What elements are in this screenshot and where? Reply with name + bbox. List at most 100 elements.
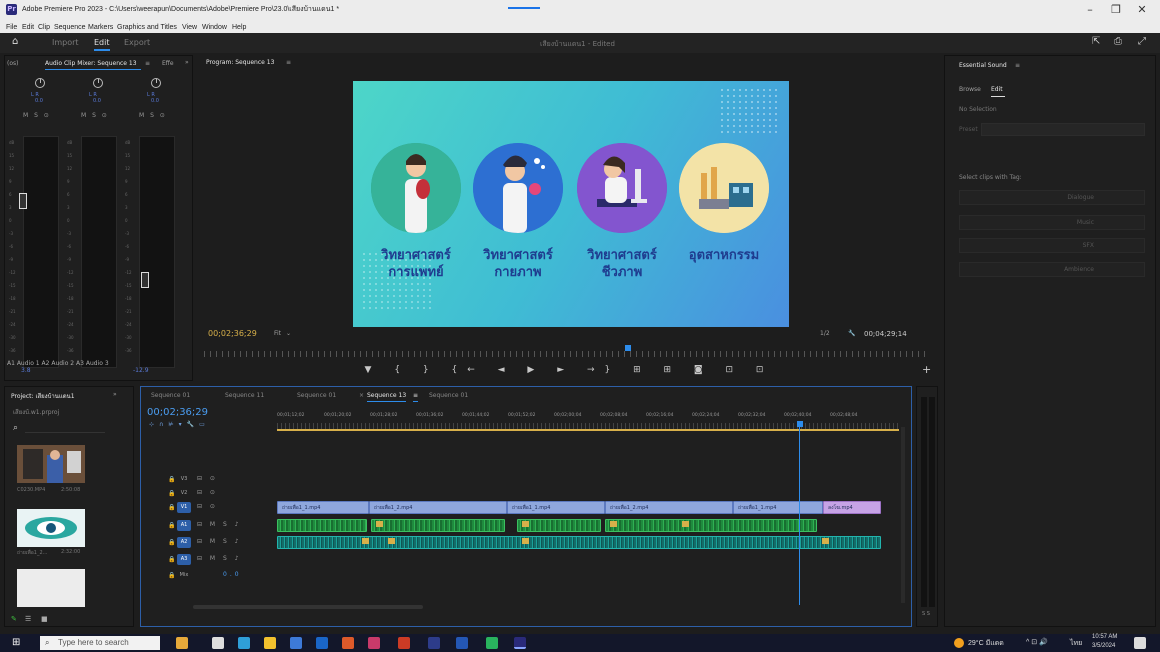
pan-knob[interactable] [35,78,45,88]
lock-icon[interactable]: 🔒 [168,539,175,546]
tab-sequence-01b[interactable]: Sequence 01 [297,392,336,399]
illustrator-icon[interactable] [398,637,410,649]
fit-dropdown-chevron-icon[interactable]: ⌄ [286,330,291,337]
track-controls[interactable]: ⊟ M S ♪ [197,538,242,545]
app-icon[interactable] [368,637,380,649]
track-name[interactable]: A3 [177,554,191,565]
lock-icon[interactable]: 🔒 [168,522,175,529]
mute-solo-record[interactable]: M S ⊙ [81,112,109,119]
track-controls[interactable]: ⊟ ⊙ [197,489,218,496]
timeline-tool-icons[interactable]: ⊹∩⊭▾🔧▭ [149,421,210,428]
track-controls[interactable]: ⊟ M S ♪ [197,521,242,528]
lock-icon[interactable]: 🔒 [168,556,175,563]
music-button[interactable]: Music [959,215,1145,230]
home-icon[interactable]: ⌂ [12,36,18,47]
icon-view-icon[interactable]: ■ [41,615,48,623]
program-timecode[interactable]: 00;02;36;29 [208,329,257,338]
menu-view[interactable]: View [182,22,197,33]
edge-icon[interactable] [238,637,250,649]
menu-file[interactable]: File [6,22,17,33]
track-name[interactable]: V3 [177,474,191,485]
solo-buttons[interactable]: S S [922,611,930,617]
ambience-button[interactable]: Ambience [959,262,1145,277]
program-playhead[interactable] [625,345,631,351]
lock-icon[interactable]: 🔒 [168,490,175,497]
widget-icon[interactable] [176,637,188,649]
menu-graphics[interactable]: Graphics and Titles [117,22,177,33]
preset-dropdown[interactable] [981,123,1145,136]
video-clip[interactable]: ถ่ายเพื่อ1_2.mp4 [369,501,507,514]
track-name[interactable]: A1 [177,520,191,531]
quick-export-icon[interactable]: ⇱ [1092,36,1100,47]
clock-date[interactable]: 3/5/2024 [1092,643,1115,649]
program-monitor-title[interactable]: Program: Sequence 13 [206,59,274,66]
menu-edit[interactable]: Edit [22,22,34,33]
tab-overflow[interactable]: (os) [7,60,18,67]
word-icon[interactable] [456,637,468,649]
pan-knob[interactable] [93,78,103,88]
audition-icon[interactable] [428,637,440,649]
more-panels-icon[interactable]: » [113,391,117,398]
mute-solo-record[interactable]: M S ⊙ [23,112,51,119]
workspace-tab-export[interactable]: Export [124,38,150,47]
add-button-icon[interactable]: + [922,363,931,376]
windows-start-icon[interactable]: ⊞ [12,637,20,648]
timeline-timecode[interactable]: 00;02;36;29 [147,407,208,418]
video-clip[interactable]: ถ่ายเพื่อ1_1.mp4 [507,501,605,514]
media-thumbnail[interactable] [17,509,85,547]
transport-controls[interactable]: ▼ { } {← ◄ ▶ ► →} ⊞ ⊞ ◙ ⊡ ⊡ [196,365,942,375]
media-thumbnail[interactable] [17,569,85,607]
tab-close-icon[interactable]: × [359,392,364,399]
workspace-tab-edit[interactable]: Edit [94,38,110,51]
panel-menu-icon[interactable]: ≡ [145,60,150,67]
menu-window[interactable]: Window [202,22,227,33]
track-controls[interactable]: ⊟ ⊙ [197,503,218,510]
horizontal-scrollbar[interactable] [193,605,423,609]
fit-dropdown[interactable]: Fit [274,330,281,337]
timeline-playhead-handle[interactable] [797,421,803,427]
menu-clip[interactable]: Clip [38,22,50,33]
workspace-tab-import[interactable]: Import [52,38,79,47]
tray-icons[interactable]: ^ ⊡ 🔊 [1026,638,1048,646]
pan-knob[interactable] [151,78,161,88]
volume-fader[interactable] [141,272,149,288]
video-clip[interactable]: ลงโฆ.mp4 [823,501,881,514]
pencil-icon[interactable]: ✎ [11,615,17,623]
tab-sequence-01[interactable]: Sequence 01 [151,392,190,399]
track-name[interactable]: A2 [177,537,191,548]
share-icon[interactable]: ⎙ [1114,36,1122,47]
store-icon[interactable] [290,637,302,649]
line-icon[interactable] [486,637,498,649]
menu-markers[interactable]: Markers [88,22,113,33]
list-view-icon[interactable]: ☰ [25,615,31,623]
track-controls[interactable]: ⊟ ⊙ [197,475,218,482]
media-thumbnail[interactable] [17,445,85,483]
file-explorer-icon[interactable] [264,637,276,649]
audio-clip[interactable] [277,519,367,532]
wrench-icon[interactable]: 🔧 [848,330,855,337]
project-search-input[interactable] [25,423,105,433]
search-icon[interactable]: ⌕ [13,423,18,433]
project-title[interactable]: Project: เสียงบ้านแดน1 [11,391,75,401]
maximize-button[interactable]: ❐ [1108,3,1124,17]
program-time-ruler[interactable] [204,351,928,357]
mail-icon[interactable] [316,637,328,649]
video-clip[interactable]: ถ่ายเพื่อ1_2.mp4 [605,501,733,514]
weather-text[interactable]: 29°C มีแดด [968,638,1004,649]
panel-menu-icon[interactable]: ≡ [1015,62,1020,69]
sfx-button[interactable]: SFX [959,238,1145,253]
video-clip[interactable]: ถ่ายเพื่อ1_1.mp4 [277,501,369,514]
mix-value[interactable]: 0.0 [223,571,242,578]
tab-sequence-13[interactable]: Sequence 13 [367,392,407,402]
lock-icon[interactable]: 🔒 [168,504,175,511]
tab-browse[interactable]: Browse [959,86,981,93]
weather-icon[interactable] [954,638,964,648]
fullscreen-icon[interactable]: ⤢ [1138,36,1146,47]
resolution-dropdown[interactable]: 1/2 [820,330,830,337]
track-name[interactable]: V1 [177,502,191,513]
clock-time[interactable]: 10:57 AM [1092,634,1117,640]
premiere-taskbar-icon[interactable] [514,637,526,649]
dialogue-button[interactable]: Dialogue [959,190,1145,205]
close-button[interactable]: ✕ [1134,3,1150,17]
audio-clip[interactable] [605,519,817,532]
